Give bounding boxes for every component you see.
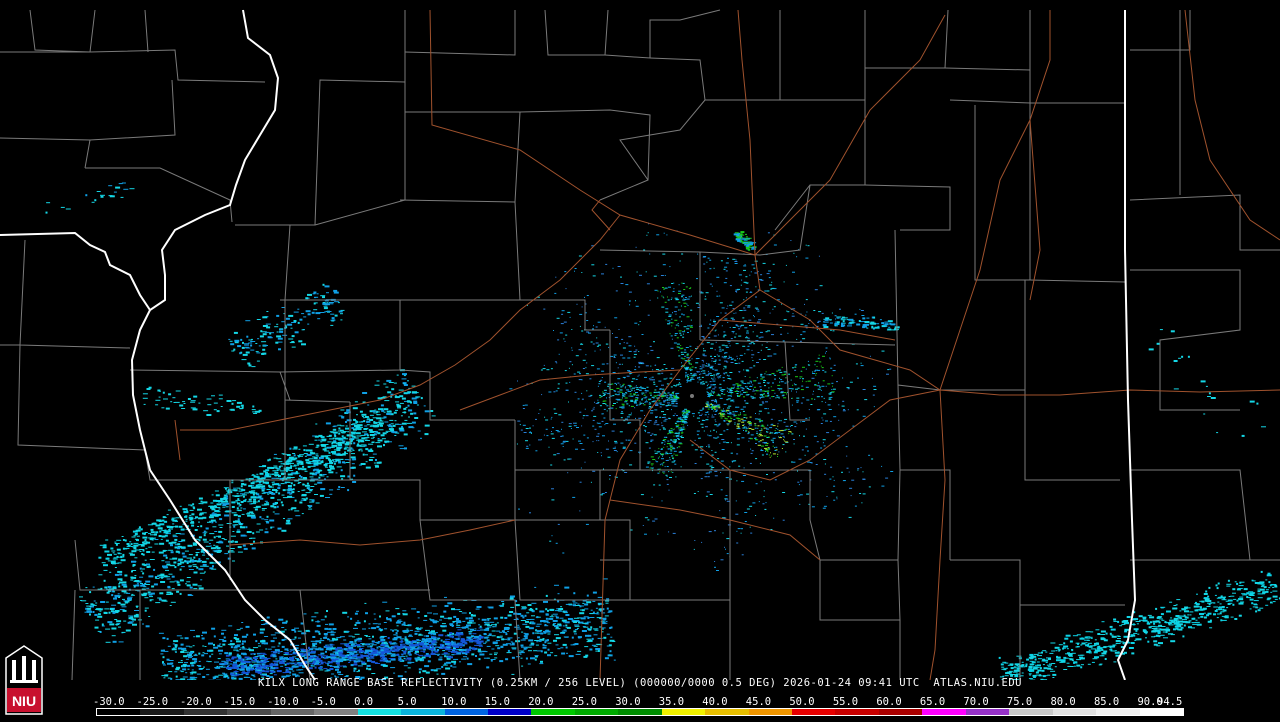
color-bar-segment [575,709,618,715]
scale-tick-label: -30.0 [93,696,125,708]
scale-tick-label: 80.0 [1050,696,1075,708]
scale-tick-label: -15.0 [224,696,256,708]
scale-tick-label: -20.0 [180,696,212,708]
scale-tick-label: -10.0 [267,696,299,708]
scale-tick-label: 94.5 [1157,696,1182,708]
color-bar-segment [184,709,227,715]
color-bar-segment [488,709,531,715]
color-bar-segment [531,709,574,715]
color-bar-segment [749,709,792,715]
color-bar-segment [445,709,488,715]
color-bar-segment [966,709,1009,715]
scale-tick-label: 70.0 [963,696,988,708]
color-bar-segment [835,709,878,715]
scale-tick-label: 75.0 [1007,696,1032,708]
color-bar-segment [1140,709,1183,715]
product-caption: KILX LONG RANGE BASE REFLECTIVITY (0.25K… [0,677,1280,689]
scale-tick-label: 60.0 [876,696,901,708]
scale-tick-label: 25.0 [572,696,597,708]
color-bar-segment [97,709,140,715]
scale-tick-label: 35.0 [659,696,684,708]
scale-tick-label: 55.0 [833,696,858,708]
color-bar-segment [271,709,314,715]
reflectivity-color-bar [96,708,1184,716]
scale-tick-label: 30.0 [615,696,640,708]
color-bar-segment [1053,709,1096,715]
radar-site-marker [690,394,694,398]
scale-tick-label: 5.0 [398,696,417,708]
scale-tick-label: 0.0 [354,696,373,708]
scale-tick-label: 65.0 [920,696,945,708]
color-bar-segment [792,709,835,715]
scale-tick-label: -5.0 [311,696,336,708]
color-bar-segment [1096,709,1139,715]
color-bar-segment [358,709,401,715]
radar-map [0,0,1280,680]
color-bar-segment [227,709,270,715]
scale-tick-label: 85.0 [1094,696,1119,708]
color-bar-segment [705,709,748,715]
scale-tick-label: 20.0 [528,696,553,708]
color-bar-segment [879,709,922,715]
niu-logo: NIU [2,644,46,718]
color-bar-segment [140,709,183,715]
color-bar-segment [1009,709,1052,715]
scale-tick-label: 15.0 [485,696,510,708]
color-scale-labels: -30.0 -25.0 -20.0 -15.0 -10.0 -5.0 0.0 5.0 10.0 1… [95,696,1195,707]
color-bar-segment [618,709,661,715]
scale-tick-label: 45.0 [746,696,771,708]
scale-tick-label: 50.0 [789,696,814,708]
scale-tick-label: 10.0 [441,696,466,708]
color-bar-segment [401,709,444,715]
color-bar-segment [314,709,357,715]
color-bar-segment [922,709,965,715]
color-bar-segment [662,709,705,715]
scale-tick-label: 40.0 [702,696,727,708]
scale-tick-label: -25.0 [137,696,169,708]
